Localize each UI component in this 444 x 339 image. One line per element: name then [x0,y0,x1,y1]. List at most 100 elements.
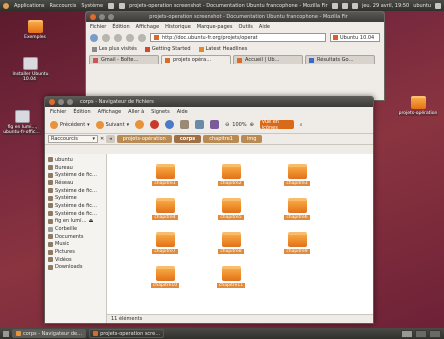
close-icon[interactable] [49,99,55,105]
sidebar-item-desktop[interactable]: Bureau [45,164,106,172]
back-button[interactable]: Précédent ▾ [50,120,90,129]
forward-icon[interactable] [102,33,110,42]
menu-applications[interactable]: Applications [14,3,45,9]
sidebar-item-network[interactable]: Réseau [45,179,106,187]
zoom-out-icon[interactable]: ⊖ [225,122,229,128]
places-select[interactable]: Raccourcis ▾ [48,135,98,143]
sidebar-item-fig[interactable]: fig en lumi… ⏏ [45,218,106,226]
folder-item[interactable]: chapitre10 [132,266,198,288]
sidebar-item-volume-1[interactable]: Système de fic… [45,187,106,195]
browser-window[interactable]: projets-operation screenshot - Documenta… [85,11,385,101]
view-mode-select[interactable]: Vue en icônes [259,119,294,131]
bookmark-latest-headlines[interactable]: Latest Headlines [198,46,247,52]
sidebar-item-downloads[interactable]: Downloads [45,264,106,272]
computer-icon[interactable] [195,120,205,129]
minimize-icon[interactable] [99,14,105,20]
reload-icon[interactable] [165,120,175,129]
folder-item[interactable]: chapitre4 [132,198,198,220]
sidebar-item-trash[interactable]: Corbeille [45,225,106,233]
workspace-1[interactable] [401,329,413,338]
reload-icon[interactable] [114,33,122,42]
breadcrumb-corps[interactable]: corps [173,135,202,143]
search-icon[interactable] [210,120,220,129]
breadcrumb-left-icon[interactable]: ◂ [106,135,115,143]
browser-menu-help[interactable]: Aide [259,24,270,30]
sidebar-item-home[interactable]: ubuntu [45,156,106,164]
folder-item[interactable]: chapitre11 [198,266,264,288]
show-desktop-icon[interactable] [3,330,9,337]
eject-icon[interactable]: ⏏ [89,218,94,224]
workspace-2[interactable] [415,329,427,338]
sidebar-item-system[interactable]: Système [45,194,106,202]
maximize-icon[interactable] [108,14,114,20]
breadcrumb-projets[interactable]: projets-opération [116,135,172,143]
mail-indicator-icon[interactable] [331,2,338,9]
home-icon[interactable] [138,33,146,42]
sidebar-item-pictures[interactable]: Pictures [45,248,106,256]
zoom-in-icon[interactable]: ⊕ [250,122,254,128]
trash-applet-icon[interactable] [429,329,441,338]
fm-menu-help[interactable]: Aide [177,109,188,115]
file-view[interactable]: chapitre1 chapitre2 chapitre3 chapitre4 … [107,154,373,323]
folder-item[interactable]: chapitre7 [132,232,198,254]
tab-gmail[interactable]: Gmail - Boîte… [89,55,159,64]
folder-item[interactable]: chapitre6 [264,198,330,220]
browser-menu-tools[interactable]: Outils [238,24,252,30]
forward-button[interactable]: Suivant ▾ [95,120,129,129]
desktop-icon-document[interactable]: fig en lumi…, ubuntu-fr-offic… [2,110,42,135]
sidebar-item-music[interactable]: Music [45,241,106,249]
breadcrumb-chapitre1[interactable]: chapitre1 [203,135,239,143]
browser-menu-history[interactable]: Historique [165,24,191,30]
menu-places[interactable]: Raccourcis [50,3,77,9]
tab-projets[interactable]: projets opéra… [161,55,231,64]
network-icon[interactable] [351,2,358,9]
stop-icon[interactable] [126,33,134,42]
home-icon[interactable] [180,120,190,129]
bookmark-most-visited[interactable]: Les plus visités [92,46,137,52]
sidebar-item-filesystem[interactable]: Système de fic… [45,171,106,179]
stop-icon[interactable] [150,120,160,129]
fm-menu-edit[interactable]: Édition [73,109,90,115]
folder-item[interactable]: chapitre5 [198,198,264,220]
folder-item[interactable]: chapitre8 [198,232,264,254]
close-pane-icon[interactable]: ✕ [100,136,104,142]
sidebar-item-volume-2[interactable]: Système de fic… [45,202,106,210]
user-name[interactable]: ubuntu [413,3,431,9]
close-icon[interactable] [90,14,96,20]
folder-item[interactable]: chapitre1 [132,164,198,186]
search-icon[interactable]: ⌕ [300,122,303,128]
taskbar-firefox[interactable]: projets-operation scre… [89,329,165,338]
back-icon[interactable] [90,33,98,42]
bookmark-getting-started[interactable]: Getting Started [144,46,191,52]
browser-menu-bookmarks[interactable]: Marque-pages [197,24,233,30]
browser-menu-file[interactable]: Fichier [90,24,106,30]
browser-menu-edit[interactable]: Édition [112,24,129,30]
browser-titlebar[interactable]: projets-operation screenshot - Documenta… [86,12,384,22]
sidebar-item-documents[interactable]: Documents [45,233,106,241]
sidebar-item-videos[interactable]: Vidéos [45,256,106,264]
folder-item[interactable]: chapitre2 [198,164,264,186]
desktop-icon-examples[interactable]: Exemples [20,20,50,40]
menu-system[interactable]: Système [81,3,103,9]
tab-accueil[interactable]: Accueil | Ub… [233,55,303,64]
volume-icon[interactable] [341,2,348,9]
folder-item[interactable]: chapitre9 [264,232,330,254]
url-bar[interactable]: http://doc.ubuntu-fr.org/projets/operat [150,33,326,42]
maximize-icon[interactable] [67,99,73,105]
clock[interactable]: jeu. 29 avril, 19:50 [362,3,409,9]
folder-item[interactable]: chapitre3 [264,164,330,186]
taskbar-file-manager[interactable]: corps - Navigateur de… [12,329,87,338]
desktop-icon-install-ubuntu[interactable]: Installer Ubuntu 10.04 [8,57,52,82]
search-input[interactable]: Ubuntu 10.04 [330,33,380,42]
fm-menu-file[interactable]: Fichier [50,109,66,115]
fm-titlebar[interactable]: corps - Navigateur de fichiers [45,97,373,107]
sidebar-item-volume-3[interactable]: Système de fic… [45,210,106,218]
power-icon[interactable] [435,2,441,9]
minimize-icon[interactable] [58,99,64,105]
tab-resultats[interactable]: Résultats Go… [305,55,375,64]
fm-menu-view[interactable]: Affichage [98,109,122,115]
file-manager-window[interactable]: corps - Navigateur de fichiers Fichier É… [44,96,374,324]
fm-menu-bookmarks[interactable]: Signets [151,109,170,115]
desktop-icon-projets[interactable]: projets-opération [396,96,440,116]
breadcrumb-img[interactable]: img [240,135,263,143]
